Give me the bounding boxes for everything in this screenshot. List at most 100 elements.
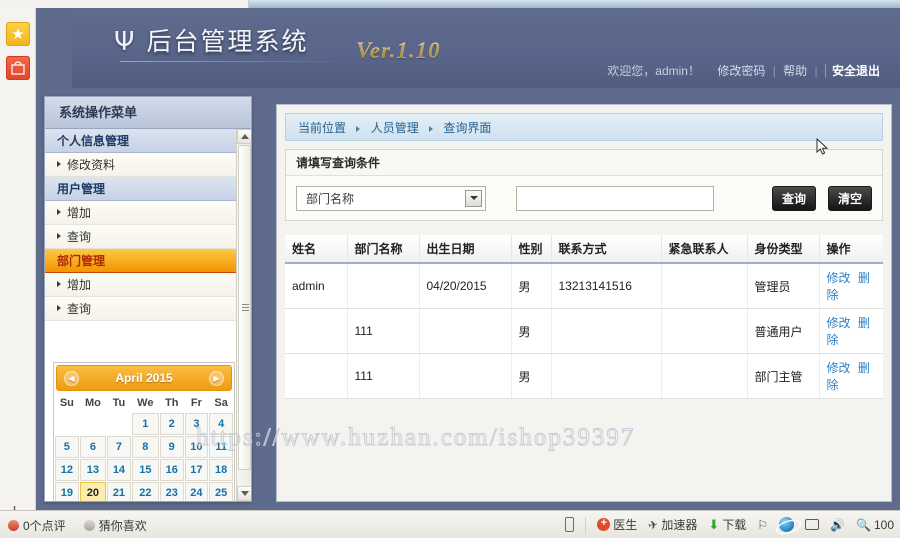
- calendar-day[interactable]: 13: [79, 459, 107, 481]
- sidebar-item-label: 修改资料: [67, 158, 116, 172]
- calendar-day[interactable]: 16: [159, 459, 184, 481]
- sidebar-item-department-management[interactable]: 部门管理: [45, 249, 251, 273]
- calendar-weekday: Sa: [214, 397, 228, 409]
- calendar-day[interactable]: 25: [209, 482, 233, 501]
- scrollbar-grip-icon: [242, 303, 249, 312]
- edit-link[interactable]: 修改: [827, 316, 851, 330]
- calendar-week-row: 5 6 7 8 9 10 11: [55, 436, 233, 458]
- calendar-empty-cell: [80, 413, 106, 435]
- taskbar-download-item[interactable]: ⬇ 下载: [708, 516, 746, 533]
- scroll-down-button[interactable]: [237, 486, 251, 501]
- table-cell: [661, 308, 748, 354]
- table-cell: [285, 308, 348, 354]
- taskbar-zoom-item[interactable]: 🔍 100: [856, 518, 894, 532]
- query-keyword-input[interactable]: [516, 185, 714, 211]
- breadcrumb-item-1[interactable]: 人员管理: [371, 121, 419, 135]
- calendar-day[interactable]: 21: [107, 482, 131, 501]
- table-body: admin 04/20/2015 男 13213141516 管理员 修改 删除 111 男普…: [285, 263, 883, 399]
- calendar-week-row: 19 20 21 22 23 24 25: [55, 482, 233, 501]
- rocket-icon: ✈: [646, 516, 660, 533]
- taskbar-doctor-item[interactable]: + 医生: [597, 516, 637, 533]
- calendar-day[interactable]: 4: [209, 413, 233, 435]
- table-cell: [347, 263, 420, 309]
- calendar-day[interactable]: 14: [107, 459, 131, 481]
- query-field-select[interactable]: 部门名称: [296, 185, 486, 211]
- breadcrumb-item-2[interactable]: 查询界面: [443, 121, 491, 135]
- sidebar-item-department-query[interactable]: 查询: [45, 297, 251, 321]
- calendar-day[interactable]: 11: [209, 436, 233, 458]
- table-cell: [551, 308, 662, 354]
- taskbar-flag-item[interactable]: ⚐: [757, 518, 768, 532]
- calendar-day[interactable]: 17: [184, 459, 209, 481]
- recommendation-item[interactable]: 猜你喜欢: [83, 517, 147, 534]
- chevron-down-icon[interactable]: [465, 189, 482, 207]
- table-cell: 男: [511, 353, 552, 399]
- table-column-header: 紧急联系人: [661, 235, 748, 264]
- calendar-day[interactable]: 5: [55, 436, 79, 458]
- chevron-right-icon[interactable]: ▶: [209, 371, 224, 386]
- sidebar-item-user-add[interactable]: 增加: [45, 201, 251, 225]
- calendar-weekday: We: [137, 397, 154, 409]
- calendar-day[interactable]: 19: [55, 482, 79, 501]
- table-cell: 男: [511, 263, 552, 309]
- zoom-level-label: 100: [873, 517, 894, 532]
- sidebar-menu-panel: 系统操作菜单 个人信息管理 修改资料 用户管理 增加 查询 部门管理 增加 查询…: [44, 96, 252, 502]
- table-row: 111 男 普通用户 修改 删除: [285, 308, 883, 354]
- calendar-day[interactable]: 24: [184, 482, 209, 501]
- taskbar-phone-item[interactable]: [565, 517, 575, 532]
- sidebar-item-personal-info[interactable]: 个人信息管理: [45, 129, 251, 153]
- calendar-day[interactable]: 9: [159, 436, 184, 458]
- change-password-link[interactable]: 修改密码: [717, 64, 765, 78]
- calendar-day[interactable]: 15: [131, 459, 159, 481]
- calendar-day-today[interactable]: 20: [79, 482, 107, 501]
- calendar-day[interactable]: 2: [159, 413, 184, 435]
- taskbar-browser-item[interactable]: [779, 517, 795, 532]
- calendar-day[interactable]: 23: [159, 482, 184, 501]
- taskbar-volume-item[interactable]: 🔊: [830, 518, 845, 532]
- calendar-day[interactable]: 8: [131, 436, 159, 458]
- sidebar-item-label: 增加: [67, 206, 92, 220]
- scrollbar-thumb[interactable]: [238, 145, 251, 470]
- calendar-day-grid: 1 2 3 4 5 6 7 8 9 10 11 12 13 14 15 16 17 18 19 20 21 22 23 24 2…: [55, 413, 233, 501]
- chevron-left-icon[interactable]: ◀: [64, 371, 79, 386]
- sidebar-item-department-add[interactable]: 增加: [45, 273, 251, 297]
- clear-button[interactable]: 清空: [828, 185, 872, 211]
- sidebar-item-user-management[interactable]: 用户管理: [45, 177, 251, 201]
- calendar-day[interactable]: 3: [184, 413, 209, 435]
- taskbar-window-item[interactable]: [805, 519, 820, 530]
- table-cell: 普通用户: [747, 308, 820, 354]
- speaker-icon: 🔊: [830, 517, 846, 532]
- table-row: admin 04/20/2015 男 13213141516 管理员 修改 删除: [285, 263, 883, 309]
- comment-count-item[interactable]: 0个点评: [8, 517, 66, 534]
- sidebar-scrollbar[interactable]: [236, 129, 251, 501]
- logout-link[interactable]: 安全退出: [824, 64, 880, 78]
- calendar-day[interactable]: 6: [79, 436, 107, 458]
- taskbar-accelerator-item[interactable]: ✈ 加速器: [646, 516, 697, 533]
- comment-dot-icon: [8, 520, 19, 531]
- edit-link[interactable]: 修改: [827, 361, 851, 375]
- star-icon[interactable]: ★: [6, 22, 30, 46]
- edit-link[interactable]: 修改: [827, 271, 851, 285]
- help-link[interactable]: 帮助: [783, 64, 807, 78]
- calendar-day[interactable]: 18: [209, 459, 233, 481]
- shopping-bag-icon[interactable]: [6, 56, 30, 80]
- calendar-day[interactable]: 7: [107, 436, 131, 458]
- search-button[interactable]: 查询: [772, 185, 816, 211]
- browser-favorites-rail: ★ +: [0, 8, 36, 521]
- sidebar-item-edit-profile[interactable]: 修改资料: [45, 153, 251, 177]
- site-header: Ψ 后台管理系统 Ver.1.10 欢迎您，admin！ 修改密码 | 帮助 |…: [72, 8, 900, 88]
- calendar-day[interactable]: 10: [184, 436, 209, 458]
- table-row: 111 男 部门主管 修改 删除: [285, 353, 883, 399]
- scroll-up-button[interactable]: [237, 129, 251, 144]
- table-cell: 男: [511, 308, 552, 354]
- calendar-day[interactable]: 22: [131, 482, 159, 501]
- download-arrow-icon: ⬇: [708, 516, 720, 532]
- sidebar-item-user-query[interactable]: 查询: [45, 225, 251, 249]
- brand: Ψ 后台管理系统: [114, 22, 308, 58]
- results-table: 姓名 部门名称 出生日期 性别 联系方式 紧急联系人 身份类型 操作 admin 04/20/2…: [285, 235, 883, 399]
- calendar-day[interactable]: 12: [55, 459, 79, 481]
- calendar-day[interactable]: 1: [131, 413, 159, 435]
- calendar-weekday: Su: [59, 397, 74, 409]
- table-column-header: 性别: [511, 235, 552, 264]
- calendar-weekday-row: Su Mo Tu We Th Fr Sa: [55, 394, 233, 412]
